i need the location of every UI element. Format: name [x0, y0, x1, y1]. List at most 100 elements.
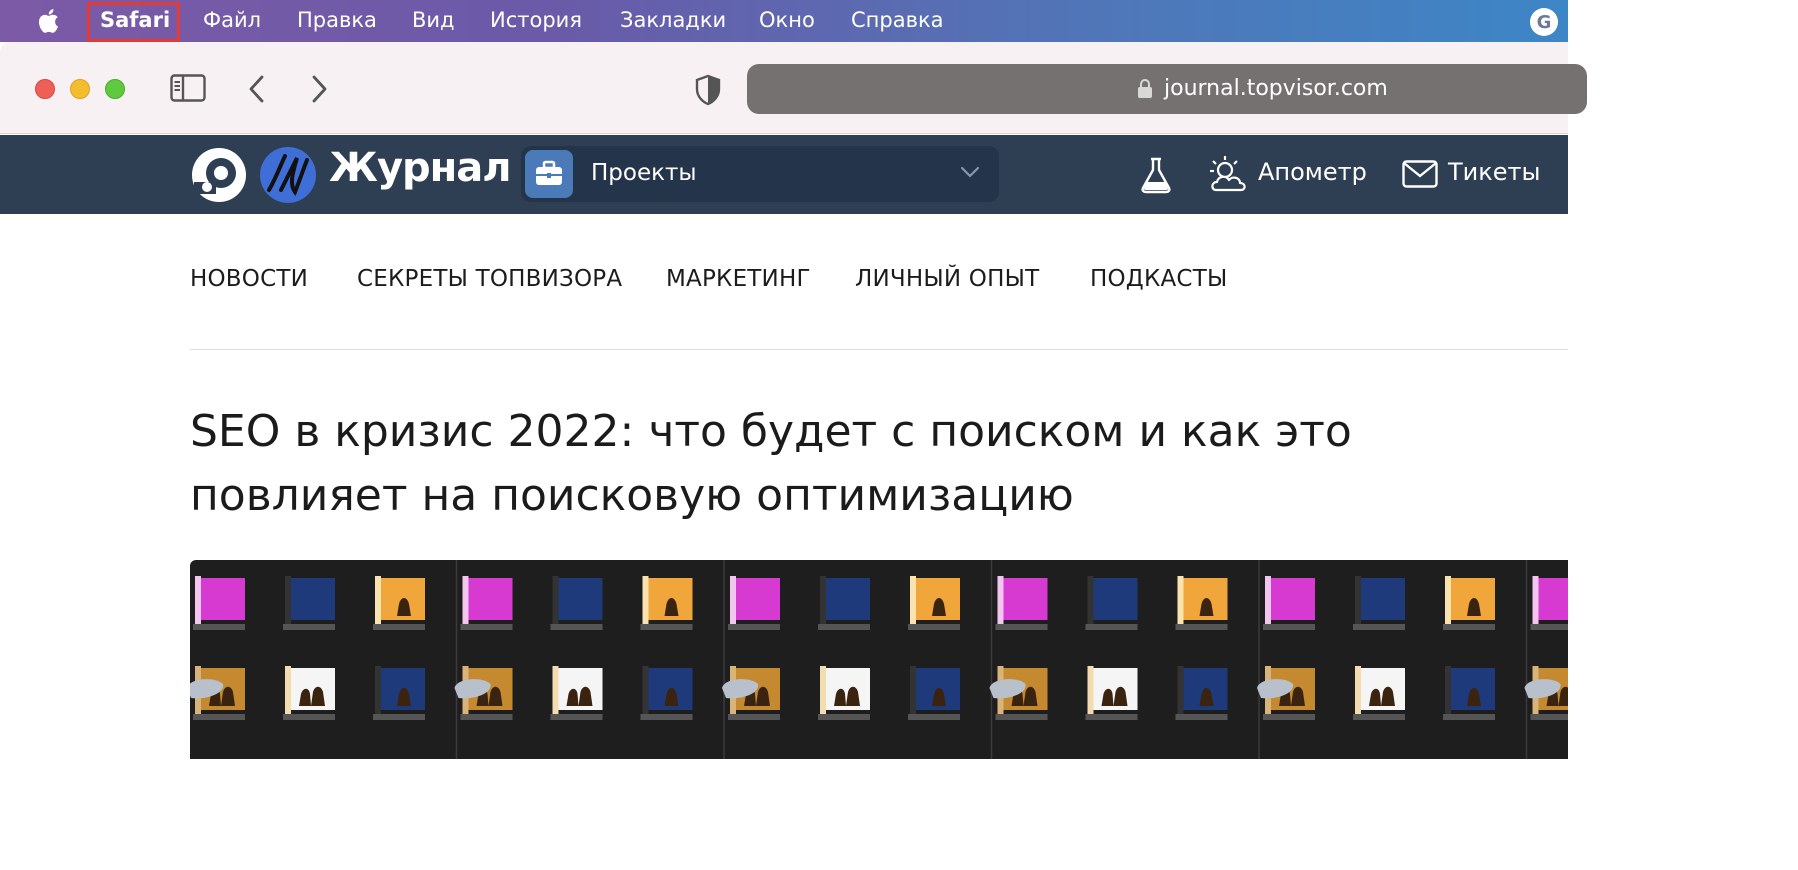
nav-marketing[interactable]: МАРКЕТИНГ [666, 266, 811, 292]
flask-icon[interactable] [1140, 156, 1172, 194]
tile-side [1087, 666, 1094, 714]
tile-base [193, 714, 245, 720]
tile-base [283, 714, 335, 720]
tile-base [1353, 714, 1405, 720]
close-window-button[interactable] [35, 79, 55, 99]
tile-side [642, 576, 649, 624]
tile-side [552, 576, 559, 624]
tile-base [1353, 624, 1405, 630]
tile-base [1443, 714, 1495, 720]
tile-side [1265, 576, 1271, 624]
sidebar-icon[interactable] [170, 74, 206, 102]
topvisor-logo-icon[interactable] [190, 146, 248, 204]
tile-side [1177, 576, 1184, 624]
menu-window[interactable]: Окно [759, 8, 815, 32]
nav-topvisor-secrets[interactable]: СЕКРЕТЫ ТОПВИЗОРА [357, 266, 622, 292]
back-icon[interactable] [246, 74, 268, 104]
tickets-link[interactable]: Тикеты [1448, 158, 1540, 186]
tile [826, 578, 870, 620]
tile-side [1445, 666, 1451, 714]
address-bar[interactable]: journal.topvisor.com [747, 64, 1587, 114]
briefcase-icon [525, 150, 573, 198]
tile-side [997, 576, 1004, 624]
tile-base [728, 714, 780, 720]
divider [190, 349, 1568, 350]
menu-view[interactable]: Вид [412, 8, 455, 32]
menu-file[interactable]: Файл [203, 8, 261, 32]
tile-side [1087, 576, 1094, 624]
tile-base [728, 624, 780, 630]
tile-base [1263, 624, 1315, 630]
tile-side [375, 576, 381, 624]
grammarly-icon[interactable]: G [1530, 8, 1558, 36]
tile-base [373, 714, 425, 720]
tile-side [1355, 666, 1361, 714]
tile-base [460, 714, 513, 720]
apple-icon[interactable] [36, 7, 64, 35]
tile-base [640, 624, 693, 630]
tile-base [1085, 624, 1138, 630]
tile-base [460, 624, 513, 630]
url-text: journal.topvisor.com [1164, 76, 1388, 101]
forward-icon[interactable] [308, 74, 330, 104]
tile-base [1085, 714, 1138, 720]
tile-side [1177, 666, 1184, 714]
tile-base [373, 624, 425, 630]
tile-side [820, 576, 826, 624]
projects-label: Проекты [591, 160, 697, 186]
tile-base [818, 714, 870, 720]
tile-side [642, 666, 649, 714]
menu-history[interactable]: История [490, 8, 582, 32]
article-hero-image [190, 560, 1568, 759]
tile-side [195, 576, 201, 624]
projects-dropdown[interactable]: Проекты [521, 146, 999, 202]
tile-side [910, 666, 916, 714]
chevron-down-icon [960, 166, 980, 178]
privacy-shield-icon[interactable] [694, 74, 722, 106]
nav-news[interactable]: НОВОСТИ [190, 266, 308, 292]
tile-side [462, 576, 469, 624]
tile-base [283, 624, 335, 630]
tile-base [1175, 714, 1228, 720]
journal-logo-icon[interactable] [259, 146, 317, 204]
tile-base [995, 624, 1048, 630]
tile-side [552, 666, 559, 714]
tile-side [1532, 576, 1539, 624]
nav-podcasts[interactable]: ПОДКАСТЫ [1090, 266, 1227, 292]
tile-side [910, 576, 916, 624]
lock-icon [1138, 79, 1152, 98]
menu-bookmarks[interactable]: Закладки [620, 8, 726, 32]
tile-base [1530, 624, 1568, 630]
menu-edit[interactable]: Правка [297, 8, 377, 32]
tile-base [1263, 714, 1315, 720]
tile-side [375, 666, 381, 714]
mail-icon[interactable] [1402, 160, 1438, 188]
logo-text[interactable]: Журнал [329, 145, 512, 191]
weather-icon[interactable] [1208, 154, 1250, 194]
tile-side [285, 576, 291, 624]
nav-personal-experience[interactable]: ЛИЧНЫЙ ОПЫТ [855, 266, 1039, 292]
hero-illustration [190, 560, 1568, 759]
tile [468, 578, 513, 620]
menu-help[interactable]: Справка [851, 8, 944, 32]
tile-base [640, 714, 693, 720]
tile-base [1443, 624, 1495, 630]
tile-base [550, 624, 603, 630]
tile-side [285, 666, 291, 714]
tile-base [995, 714, 1048, 720]
tile-base [1530, 714, 1568, 720]
zoom-window-button[interactable] [105, 79, 125, 99]
tile-base [818, 624, 870, 630]
minimize-window-button[interactable] [70, 79, 90, 99]
tile-base [550, 714, 603, 720]
highlight-box [87, 2, 180, 42]
tile [1093, 578, 1138, 620]
tile-base [908, 714, 960, 720]
tile-base [193, 624, 245, 630]
apometer-link[interactable]: Апометр [1258, 158, 1367, 186]
tile [201, 578, 245, 620]
tile-side [820, 666, 826, 714]
tile-base [1175, 624, 1228, 630]
tile [558, 578, 603, 620]
tile-base [908, 624, 960, 630]
